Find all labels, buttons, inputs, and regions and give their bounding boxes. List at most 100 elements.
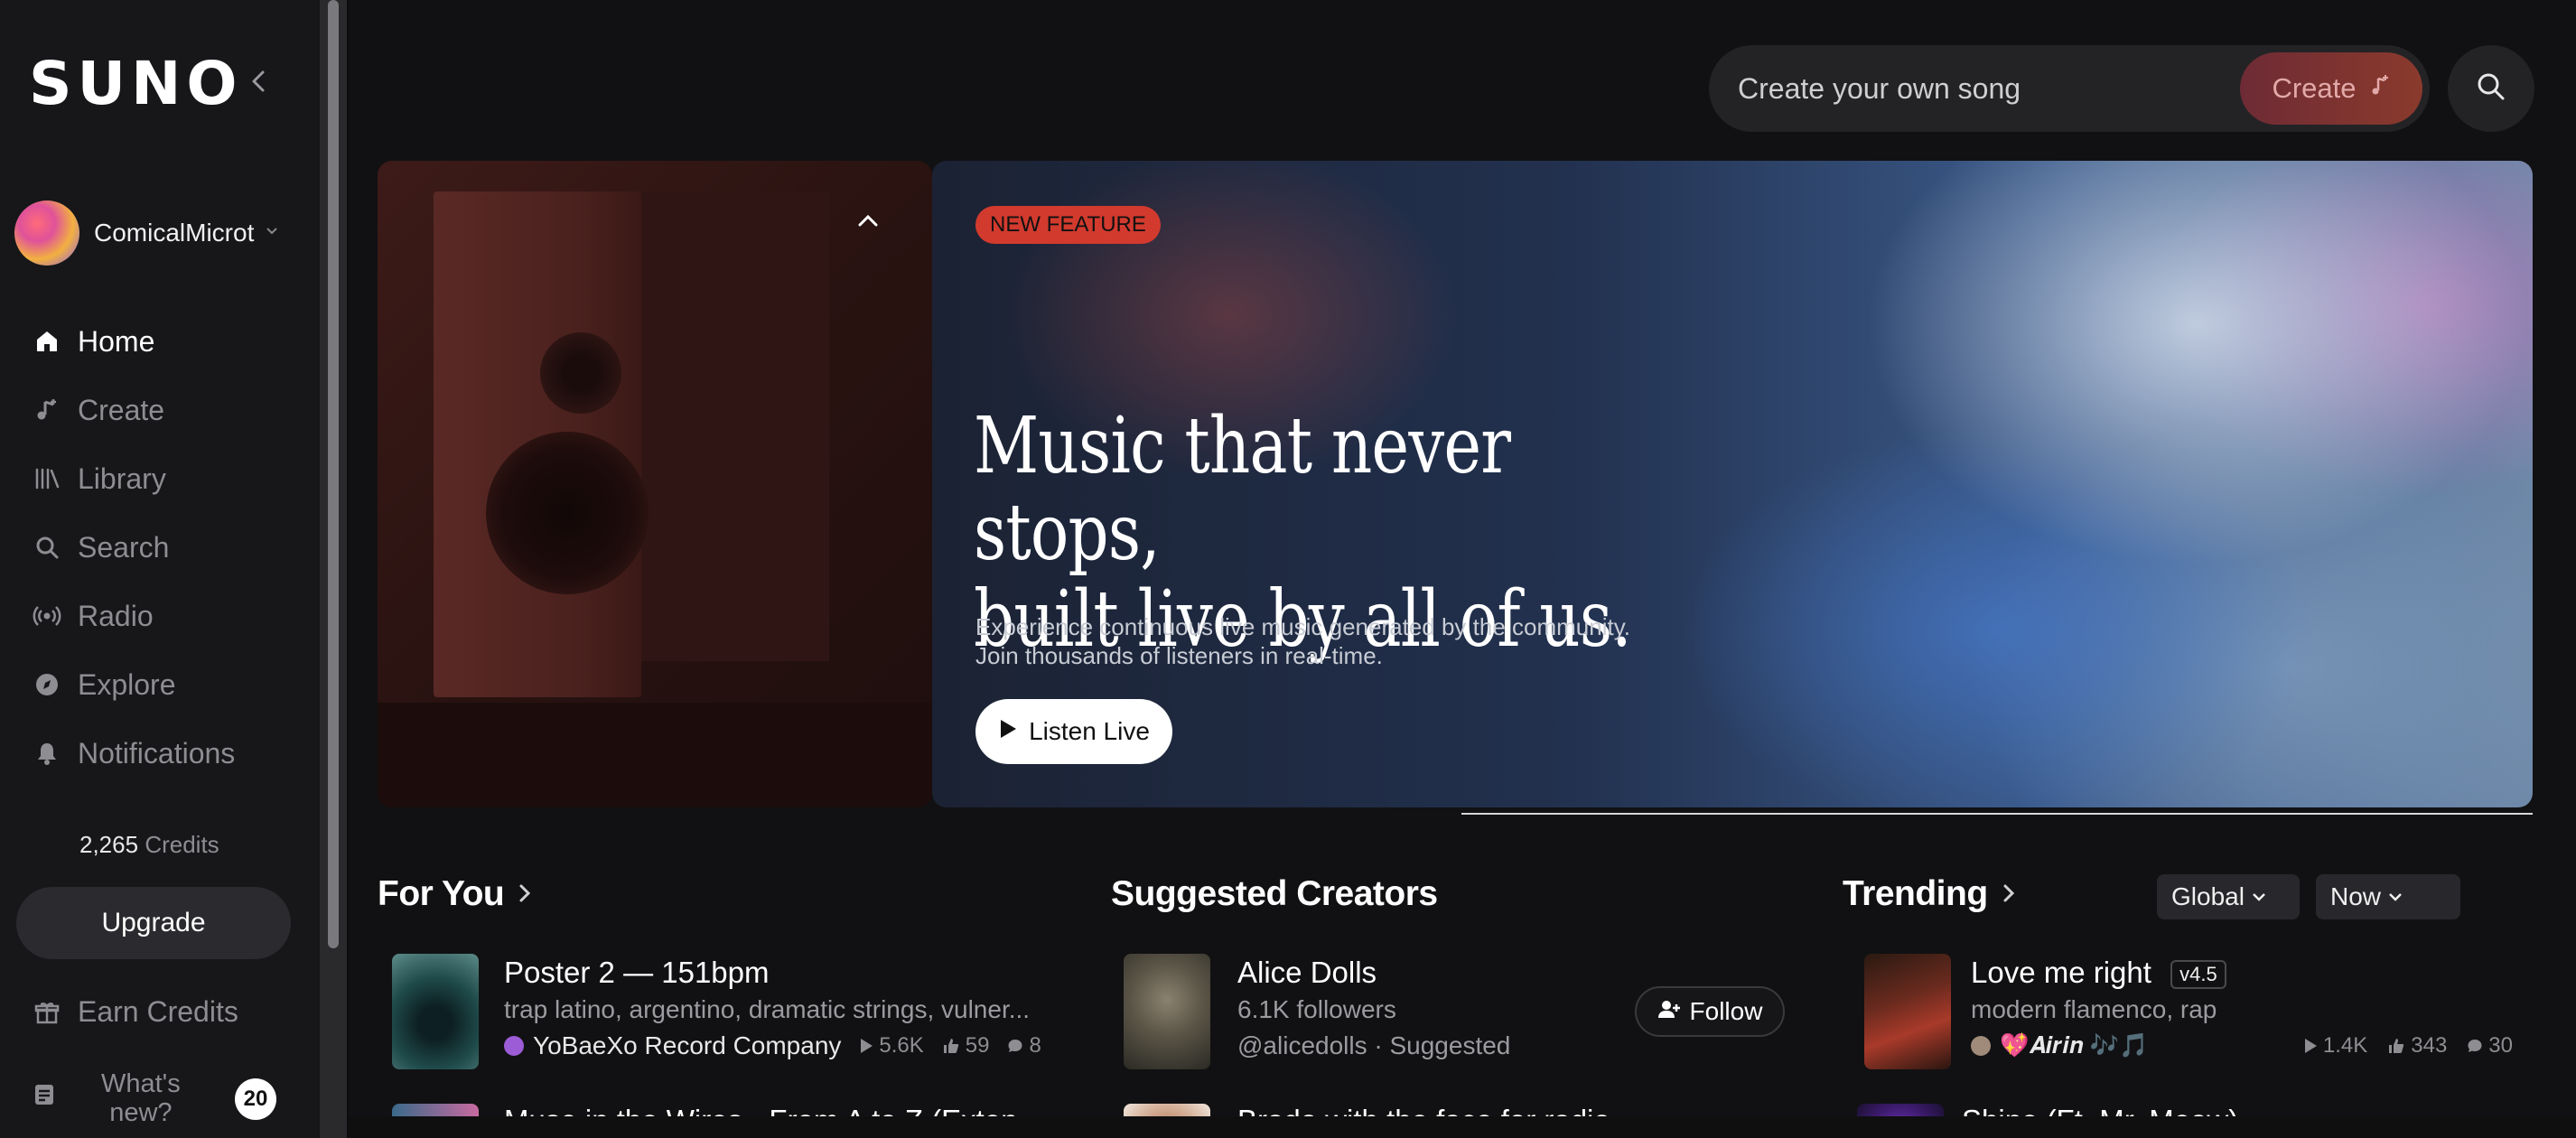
scrollbar-thumb[interactable] (328, 0, 339, 948)
gift-icon (31, 996, 63, 1029)
credits-value: 2,265 (79, 831, 139, 858)
nav-item-radio[interactable]: Radio (31, 582, 235, 650)
artist-name: YoBaeXo Record Company (533, 1031, 842, 1059)
artist-avatar (1971, 1036, 1991, 1056)
add-user-icon (1657, 997, 1681, 1026)
song-cover (392, 954, 479, 1069)
creator-row[interactable]: Alice Dolls 6.1K followers @alicedolls ·… (1124, 954, 1510, 1069)
whats-new-link[interactable]: What's new? 20 (31, 1069, 276, 1127)
song-title[interactable]: Poster 2 — 151bpm (504, 956, 1041, 990)
music-note-icon (31, 394, 63, 426)
comment-count[interactable]: 30 (2467, 1033, 2513, 1059)
nav-label: Radio (78, 599, 154, 632)
song-title-wrap: Love me right v4.5 (1971, 956, 2513, 990)
speaker-woofer (486, 432, 649, 594)
trending-title: Trending (1843, 874, 1988, 913)
desk-image (378, 703, 932, 807)
song-tags: trap latino, argentino, dramatic strings… (504, 995, 1031, 1023)
sidebar-scrollbar[interactable] (320, 0, 347, 1138)
song-row[interactable]: Poster 2 — 151bpm trap latino, argentino… (392, 954, 1041, 1069)
play-icon (998, 717, 1018, 746)
create-button[interactable]: Create (2240, 52, 2422, 125)
trending-heading[interactable]: Trending (1843, 874, 2017, 914)
for-you-heading[interactable]: For You (378, 874, 533, 914)
version-badge: v4.5 (2170, 960, 2226, 990)
region-dropdown[interactable]: Global (2157, 874, 2300, 919)
suggested-creators-title: Suggested Creators (1111, 874, 1438, 913)
creator-handle: @alicedolls · Suggested (1237, 1031, 1511, 1059)
hero-subtitle: Experience continuous live music generat… (975, 612, 1752, 670)
search-icon (31, 531, 63, 564)
credits-display: 2,265 Credits (79, 831, 219, 859)
chevron-down-icon (2253, 893, 2265, 901)
likes-value: 59 (965, 1033, 990, 1058)
play-icon (2304, 1039, 2317, 1053)
thumbs-up-icon (943, 1039, 958, 1053)
song-meta: 💖𝑨𝒊𝒓𝒊𝒏 🎶🎵 1.4K 343 30 (1971, 1031, 2513, 1060)
plays-value: 5.6K (879, 1033, 924, 1058)
nav-item-home[interactable]: Home (31, 307, 235, 376)
period-dropdown[interactable]: Now (2316, 874, 2460, 919)
whats-new-label: What's new? (101, 1069, 181, 1127)
speaker-tweeter (540, 332, 621, 414)
like-count[interactable]: 59 (942, 1033, 990, 1059)
create-song-bar: Create your own song Create (1709, 45, 2430, 132)
song-cover (1864, 954, 1951, 1069)
nav-label: Explore (78, 667, 176, 701)
divider (347, 0, 349, 1138)
chevron-down-icon (2389, 893, 2402, 901)
chevron-right-icon (2001, 874, 2017, 914)
create-button-label: Create (2272, 72, 2357, 104)
listen-live-button[interactable]: Listen Live (975, 699, 1172, 764)
nav-item-explore[interactable]: Explore (31, 650, 235, 719)
music-note-icon (2369, 72, 2391, 105)
nav-item-search[interactable]: Search (31, 513, 235, 582)
nav-item-library[interactable]: Library (31, 444, 235, 513)
comment-icon (1008, 1040, 1022, 1052)
create-song-input[interactable]: Create your own song (1738, 72, 2240, 106)
collapse-sidebar-icon[interactable] (246, 65, 271, 98)
earn-credits-label: Earn Credits (78, 995, 238, 1028)
nav-item-create[interactable]: Create (31, 376, 235, 444)
creator-avatar (1124, 954, 1210, 1069)
hero-subtitle-line2: Join thousands of listeners in real-time… (975, 642, 1383, 669)
suggested-creators-heading: Suggested Creators (1111, 874, 1438, 914)
suno-logo[interactable]: SUNO (29, 49, 242, 118)
user-menu[interactable]: ComicalMicrot (14, 201, 279, 266)
creator-info: Alice Dolls 6.1K followers @alicedolls ·… (1237, 954, 1510, 1069)
comment-count[interactable]: 8 (1007, 1033, 1041, 1059)
hero-subtitle-line1: Experience continuous live music generat… (975, 613, 1631, 640)
song-title[interactable]: Love me right (1971, 956, 2151, 989)
library-icon (31, 462, 63, 495)
credits-label: Credits (145, 831, 219, 858)
creator-followers: 6.1K followers (1237, 995, 1396, 1023)
like-count[interactable]: 343 (2387, 1033, 2447, 1059)
nav-label: Create (78, 393, 165, 426)
chevron-right-icon (517, 874, 533, 914)
upgrade-button[interactable]: Upgrade (16, 887, 291, 959)
follow-button[interactable]: Follow (1635, 986, 1785, 1037)
earn-credits-link[interactable]: Earn Credits (31, 995, 238, 1029)
nav-item-notifications[interactable]: Notifications (31, 719, 235, 788)
main-nav: Home Create Library Search Radio Explore… (31, 307, 235, 788)
hero-previous-slide[interactable] (378, 161, 932, 807)
radio-icon (31, 600, 63, 632)
search-button[interactable] (2448, 45, 2534, 132)
comments-value: 8 (1029, 1033, 1041, 1058)
play-icon (861, 1039, 873, 1053)
sidebar: SUNO ComicalMicrot Home Create Library S… (0, 0, 320, 1138)
creator-name[interactable]: Alice Dolls (1237, 956, 1510, 990)
artist-link[interactable]: 💖𝑨𝒊𝒓𝒊𝒏 🎶🎵 (1971, 1031, 2148, 1060)
whats-new-count-badge: 20 (235, 1078, 276, 1120)
search-icon (2475, 70, 2507, 107)
trending-song-row[interactable]: Love me right v4.5 modern flamenco, rap … (1864, 954, 2513, 1069)
thumbs-up-icon (2389, 1039, 2404, 1053)
for-you-title: For You (378, 874, 505, 913)
artist-avatar (504, 1036, 524, 1056)
plays-value: 1.4K (2322, 1033, 2368, 1058)
follow-label: Follow (1689, 997, 1763, 1025)
chevron-up-icon[interactable] (854, 211, 882, 234)
artist-link[interactable]: YoBaeXo Record Company (504, 1031, 841, 1060)
song-tags: modern flamenco, rap (1971, 995, 2217, 1023)
compass-icon (31, 668, 63, 701)
